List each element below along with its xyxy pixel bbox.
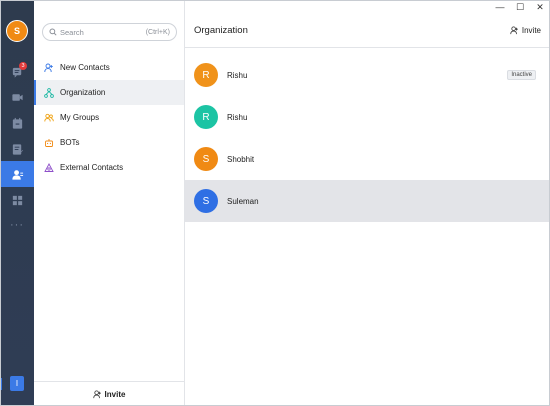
user-avatar[interactable]: S bbox=[6, 20, 28, 42]
minimize-button[interactable]: — bbox=[490, 0, 510, 14]
contact-avatar: R bbox=[194, 105, 218, 129]
add-user-icon bbox=[510, 26, 518, 35]
search-placeholder: Search bbox=[60, 27, 84, 37]
invite-bottom-label: Invite bbox=[104, 389, 126, 399]
contact-row[interactable]: R Rishu bbox=[185, 96, 550, 138]
contact-name: Rishu bbox=[227, 70, 248, 80]
contacts-panel: Search (Ctrl+K) New Contacts Organizatio… bbox=[34, 0, 185, 406]
main-header: Organization Invite bbox=[185, 14, 550, 48]
contact-row[interactable]: R Rishu Inactive bbox=[185, 54, 550, 96]
more-icon[interactable]: ··· bbox=[0, 212, 34, 238]
contact-avatar: S bbox=[194, 189, 218, 213]
contact-name: Shobhit bbox=[227, 154, 255, 164]
bot-icon bbox=[45, 138, 53, 147]
menu-item-external-contacts[interactable]: External Contacts bbox=[34, 155, 184, 180]
add-user-icon bbox=[92, 389, 101, 398]
rail-calendar-button[interactable] bbox=[0, 110, 34, 136]
rail-apps-button[interactable] bbox=[0, 187, 34, 213]
rail-meeting-button[interactable] bbox=[0, 84, 34, 110]
menu-item-new-contacts[interactable]: New Contacts bbox=[34, 55, 184, 80]
organization-panel: Organization Invite R Rishu Inactive R R… bbox=[185, 14, 550, 406]
invite-top-label: Invite bbox=[521, 26, 541, 35]
rail-docs-button[interactable] bbox=[0, 136, 34, 162]
menu-item-label: New Contacts bbox=[60, 63, 110, 72]
group-icon bbox=[44, 113, 54, 122]
contact-name: Rishu bbox=[227, 112, 248, 122]
contact-avatar: R bbox=[194, 63, 218, 87]
add-user-icon bbox=[44, 63, 53, 72]
menu-item-organization[interactable]: Organization bbox=[34, 80, 184, 105]
close-button[interactable]: ✕ bbox=[530, 0, 550, 14]
calendar-icon bbox=[12, 117, 22, 129]
contacts-menu: New Contacts Organization My Groups BOTs… bbox=[34, 55, 184, 180]
apps-grid-icon bbox=[12, 195, 22, 205]
window-titlebar: — ☐ ✕ bbox=[185, 0, 550, 14]
org-tree-icon bbox=[44, 87, 54, 98]
menu-item-label: BOTs bbox=[60, 138, 80, 147]
maximize-button[interactable]: ☐ bbox=[510, 0, 530, 14]
invite-bottom-button[interactable]: Invite bbox=[34, 381, 184, 406]
menu-item-label: Organization bbox=[60, 88, 106, 97]
rail-contacts-button[interactable] bbox=[0, 161, 34, 187]
menu-item-bots[interactable]: BOTs bbox=[34, 130, 184, 155]
status-badge: Inactive bbox=[507, 70, 536, 80]
external-icon bbox=[44, 162, 54, 172]
contact-name: Suleman bbox=[227, 196, 259, 206]
page-title: Organization bbox=[194, 25, 248, 36]
menu-item-my-groups[interactable]: My Groups bbox=[34, 105, 184, 130]
search-icon bbox=[49, 28, 57, 36]
workspace-badge[interactable]: I bbox=[10, 376, 24, 391]
search-input[interactable]: Search (Ctrl+K) bbox=[42, 23, 177, 41]
contacts-icon bbox=[11, 169, 23, 180]
document-edit-icon bbox=[12, 143, 23, 155]
menu-item-label: My Groups bbox=[60, 113, 100, 122]
rail-edge-indicator bbox=[0, 378, 2, 390]
menu-item-label: External Contacts bbox=[60, 163, 124, 172]
nav-rail: S 3 ··· I bbox=[0, 0, 34, 406]
contact-avatar: S bbox=[194, 147, 218, 171]
contact-row[interactable]: S Shobhit bbox=[185, 138, 550, 180]
rail-chat-button[interactable]: 3 bbox=[0, 59, 34, 85]
contact-row[interactable]: S Suleman bbox=[185, 180, 550, 222]
search-shortcut: (Ctrl+K) bbox=[145, 28, 170, 36]
invite-top-button[interactable]: Invite bbox=[510, 26, 541, 35]
video-camera-icon bbox=[11, 93, 23, 101]
unread-badge: 3 bbox=[19, 62, 27, 70]
